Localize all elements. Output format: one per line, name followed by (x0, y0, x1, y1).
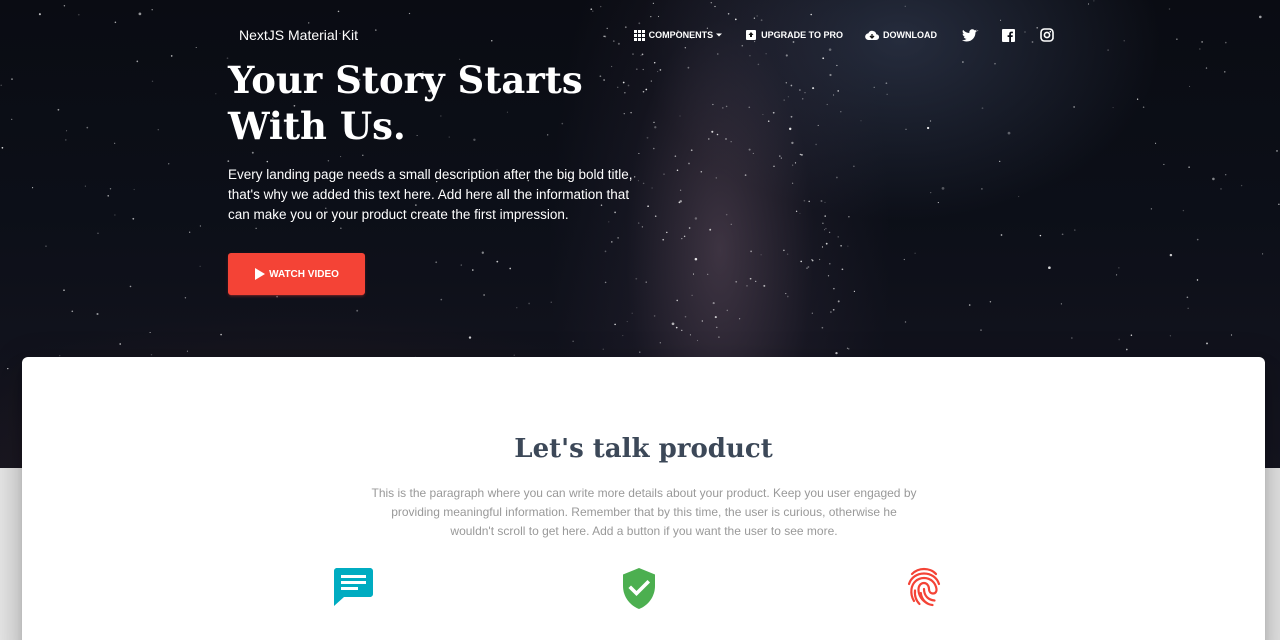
chat-icon (334, 568, 373, 606)
hero-description: Every landing page needs a small descrip… (228, 167, 633, 222)
product-section-card: Let's talk product This is the paragraph… (22, 357, 1265, 640)
nav-download-link[interactable]: Download (865, 30, 937, 41)
navbar: NextJS Material Kit Components Upgrade t… (228, 18, 1054, 52)
nav-upgrade-label: Upgrade to pro (761, 30, 843, 40)
twitter-icon (962, 28, 977, 41)
section-title: Let's talk product (514, 434, 773, 464)
instagram-icon (1040, 28, 1054, 42)
facebook-link[interactable] (1002, 28, 1015, 42)
brand-link[interactable]: NextJS Material Kit (228, 27, 358, 43)
apps-icon (633, 29, 645, 41)
verified-user-icon (623, 568, 655, 609)
watch-video-button[interactable]: Watch video (228, 253, 365, 295)
caret-down-icon (716, 33, 723, 37)
unarchive-icon (746, 30, 757, 40)
nav-download-label: Download (883, 30, 937, 40)
nav-components-label: Components (648, 30, 714, 40)
watch-video-label: Watch video (269, 268, 339, 280)
hero-title: Your Story Starts With Us. (228, 58, 583, 148)
facebook-icon (1002, 28, 1015, 42)
cloud-download-icon (865, 30, 879, 40)
nav-components-dropdown[interactable]: Components (633, 29, 724, 41)
nav-links: Components Upgrade to pro Download (612, 28, 1054, 42)
fingerprint-icon (907, 567, 941, 607)
nav-upgrade-link[interactable]: Upgrade to pro (745, 29, 843, 41)
social-links (962, 28, 1054, 42)
section-description: This is the paragraph where you can writ… (371, 486, 917, 538)
play-arrow-icon (255, 268, 266, 280)
twitter-link[interactable] (962, 28, 977, 42)
instagram-link[interactable] (1040, 28, 1054, 42)
